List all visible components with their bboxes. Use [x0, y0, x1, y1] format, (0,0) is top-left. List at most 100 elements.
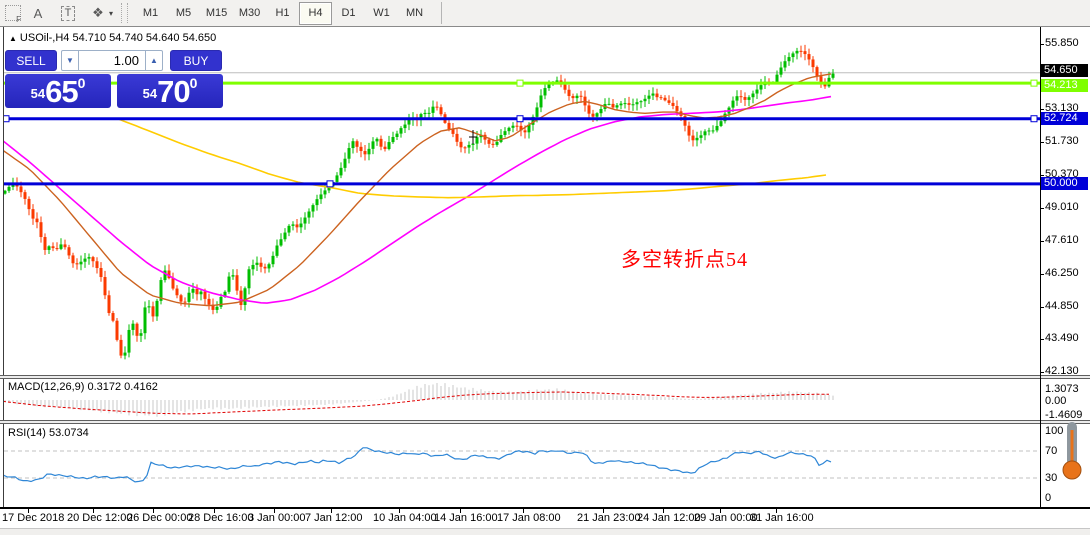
dock-grid-icon[interactable]: F — [5, 5, 21, 24]
candle-body — [123, 352, 127, 356]
candle-body — [243, 288, 247, 306]
date-label: 10 Jan 04:00 — [373, 512, 437, 524]
candle-body — [67, 247, 71, 256]
support-line-52724-handle[interactable] — [1030, 115, 1038, 123]
candle-body — [451, 129, 455, 134]
candle-body — [135, 323, 139, 336]
candle-body — [275, 245, 279, 256]
date-tick-mark — [214, 509, 215, 513]
price-tick-mark — [1040, 240, 1044, 242]
candle-body — [575, 95, 579, 99]
support-line-52724-handle[interactable] — [4, 115, 10, 123]
timeframe-button-m1[interactable]: M1 — [134, 2, 167, 25]
timeframe-button-m30[interactable]: M30 — [233, 2, 266, 25]
rsi-panel[interactable] — [4, 424, 1040, 508]
candle-body — [75, 263, 79, 265]
candle-body — [171, 278, 175, 289]
candle-body — [535, 107, 539, 117]
candle-body — [627, 103, 631, 105]
candle-body — [659, 97, 663, 99]
dropdown-caret-icon[interactable]: ▾ — [109, 9, 113, 18]
candle-body — [775, 74, 779, 83]
candle-body — [787, 57, 791, 62]
buy-price-panel[interactable]: 54 70 0 — [117, 74, 223, 108]
candle-body — [595, 113, 599, 117]
candle-body — [455, 133, 459, 142]
candle-body — [119, 339, 123, 356]
candle-body — [375, 138, 379, 142]
candle-body — [663, 97, 667, 101]
date-label: 14 Jan 16:00 — [434, 512, 498, 524]
candle-body — [235, 275, 239, 291]
candle-body — [431, 106, 435, 113]
sell-price-big: 65 — [45, 74, 78, 109]
candle-body — [807, 54, 811, 60]
timeframe-button-mn[interactable]: MN — [398, 2, 431, 25]
candle-body — [735, 96, 739, 101]
candle-body — [355, 141, 359, 147]
chart-text-annotation[interactable]: 多空转折点54 — [621, 243, 748, 272]
candle-body — [351, 141, 355, 149]
candle-body — [783, 61, 787, 68]
sell-button[interactable]: SELL — [5, 50, 57, 71]
timeframe-button-h1[interactable]: H1 — [266, 2, 299, 25]
macd-panel[interactable] — [4, 379, 1040, 420]
rsi-label: RSI(14) 53.0734 — [8, 427, 89, 439]
volume-input[interactable]: 1.00 — [79, 50, 145, 71]
volume-decrease-button[interactable]: ▼ — [61, 50, 79, 71]
one-click-trading-widget: SELL ▼ 1.00 ▲ BUY 54 65 0 54 70 0 — [5, 50, 223, 108]
buy-button[interactable]: BUY — [170, 50, 222, 71]
sell-price-sup: 0 — [77, 75, 86, 91]
candle-body — [711, 130, 715, 132]
support-line-52724-handle[interactable] — [516, 115, 524, 123]
candle-body — [591, 113, 595, 117]
resistance-line-54213-handle[interactable] — [516, 79, 524, 87]
candle-body — [563, 84, 567, 90]
price-tick-label: 51.730 — [1045, 135, 1079, 148]
candle-body — [547, 84, 551, 89]
sell-price-panel[interactable]: 54 65 0 — [5, 74, 111, 108]
candle-body — [187, 292, 191, 302]
date-label: 31 Jan 16:00 — [750, 512, 814, 524]
timeframe-button-d1[interactable]: D1 — [332, 2, 365, 25]
candle-body — [607, 103, 611, 105]
timeframe-button-h4[interactable]: H4 — [299, 1, 333, 25]
candle-body — [651, 93, 655, 96]
timeframe-button-m15[interactable]: M15 — [200, 2, 233, 25]
candle-body — [587, 105, 591, 114]
text-label-icon[interactable]: T — [55, 3, 81, 24]
collapse-triangle-icon[interactable]: ▲ — [9, 34, 17, 43]
candle-body — [719, 121, 723, 126]
timeframe-button-m5[interactable]: M5 — [167, 2, 200, 25]
date-tick-mark — [274, 509, 275, 513]
timeframe-button-w1[interactable]: W1 — [365, 2, 398, 25]
candle-body — [523, 130, 527, 133]
candle-body — [143, 307, 147, 334]
candle-body — [283, 232, 287, 240]
candle-body — [543, 88, 547, 96]
candle-body — [99, 268, 103, 278]
candle-body — [55, 248, 59, 250]
date-tick-mark — [720, 509, 721, 513]
candle-body — [203, 291, 207, 299]
round-level-50000-handle[interactable] — [326, 180, 334, 188]
drawing-tools-icon[interactable]: ❖ — [85, 3, 111, 24]
price-badge-50000: 50.000 — [1041, 176, 1088, 190]
resistance-line-54213-handle[interactable] — [1030, 79, 1038, 87]
candle-body — [623, 103, 627, 105]
candle-body — [299, 223, 303, 228]
ma-slow-yellow — [117, 118, 827, 199]
candle-body — [315, 199, 319, 206]
candle-body — [207, 298, 211, 305]
volume-increase-button[interactable]: ▲ — [145, 50, 163, 71]
candle-body — [287, 225, 291, 233]
date-label: 26 Dec 00:00 — [127, 512, 193, 524]
candle-body — [179, 295, 183, 302]
chart-title: ▲ USOil-,H4 54.710 54.740 54.640 54.650 — [9, 32, 217, 44]
candle-body — [475, 137, 479, 144]
font-a-icon[interactable]: A — [25, 3, 51, 24]
sell-price-prefix: 54 — [30, 86, 46, 101]
date-label: 21 Jan 23:00 — [577, 512, 641, 524]
candle-body — [395, 133, 399, 137]
date-tick-mark — [460, 509, 461, 513]
